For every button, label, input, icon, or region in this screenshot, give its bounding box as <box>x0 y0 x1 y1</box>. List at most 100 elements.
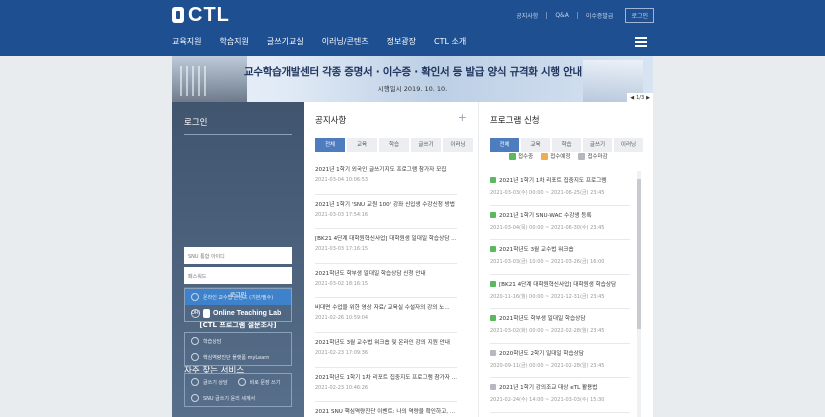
service-box-online: 온라인 교수법 콘텐츠 (기본/필수) ORi Online Teaching … <box>184 288 292 322</box>
list-item[interactable]: 2021학년도 학부생 일대일 학습상담 2021-03-02(화) 00:00 … <box>490 309 630 344</box>
program-tab-writing[interactable]: 글쓰기 <box>583 138 612 152</box>
list-item[interactable]: 2021년 1학기 'SNU 교원 100' 강좌 신입생 수강신청 방법 202… <box>315 195 457 230</box>
program-panel: 프로그램 신청 전체 교육 학습 글쓰기 이러닝 접수중 접수예정 접수마감 2… <box>479 102 653 417</box>
list-item[interactable]: [BK21 4단계 대학원혁신사업] 대학원생 학습상담 2020-11-16(월… <box>490 275 630 309</box>
list-item[interactable]: 2021년 1학기 강의조교 대상 eTL 활용법 2021-02-24(수) 1… <box>490 378 630 413</box>
list-item[interactable]: 2021년 1학기 외국인 글쓰기지도 프로그램 참가자 모집 2021-03-0… <box>315 160 457 195</box>
utility-links: 공지사항 Q&A 이수증발급 로그인 <box>516 8 654 23</box>
lab-logo-icon <box>203 308 210 318</box>
hamburger-menu-icon[interactable] <box>635 37 647 47</box>
video-icon <box>191 293 199 301</box>
legend-closed: 접수마감 <box>578 152 608 160</box>
notice-tab-writing[interactable]: 글쓰기 <box>411 138 441 152</box>
page: CTL 공지사항 Q&A 이수증발급 로그인 교육지원 학습지원 글쓰기교실 이… <box>0 0 825 417</box>
sentence-icon <box>237 378 246 386</box>
nav-item-education[interactable]: 교육지원 <box>172 36 201 47</box>
list-item[interactable]: 2021학년도 3월 교수법 워크숍 2021-03-03(금) 10:00 ~ … <box>490 240 630 275</box>
ori-badge: ORi <box>191 308 200 318</box>
service-mylearn[interactable]: 핵심역량진단 플랫폼 myLearn <box>185 349 291 365</box>
notice-list: 2021년 1학기 외국인 글쓰기지도 프로그램 참가자 모집 2021-03-0… <box>315 160 457 417</box>
nav-item-info[interactable]: 정보광장 <box>387 36 416 47</box>
list-item[interactable]: [BK21 4단계 대학원혁신사업] 대학원생 일대일 학습상담 ... 2021… <box>315 229 457 264</box>
password-input[interactable]: 패스워드 <box>184 267 292 284</box>
status-badge <box>490 280 496 287</box>
notice-tab-education[interactable]: 교육 <box>347 138 377 152</box>
util-link-notice[interactable]: 공지사항 <box>516 11 538 20</box>
banner-title: 교수학습개발센터 각종 증명서 · 이수증 · 확인서 등 발급 양식 규격화 … <box>244 66 582 78</box>
legend-upcoming: 접수예정 <box>541 152 570 160</box>
list-item[interactable]: 2021학년도 학부생 일대일 학습상담 신청 안내 2021-03-02 18:… <box>315 264 457 299</box>
notice-panel: 공지사항 + 전체 교육 학습 글쓰기 이러닝 2021년 1학기 외국인 글쓰… <box>304 102 478 417</box>
service-writing-row: 글쓰기 상담 비로 문장 쓰기 <box>185 374 291 390</box>
program-tab-education[interactable]: 교육 <box>521 138 550 152</box>
logo-text: CTL <box>188 3 230 26</box>
util-link-certificate[interactable]: 이수증발급 <box>586 11 614 20</box>
banner-slide-control: ◀ 1/3 ▶ <box>627 93 653 102</box>
nav-item-about[interactable]: CTL 소개 <box>434 36 466 47</box>
status-badge <box>490 315 496 321</box>
status-legend: 접수중 접수예정 접수마감 <box>509 152 608 160</box>
next-slide-icon[interactable]: ▶ <box>646 95 650 101</box>
divider <box>576 12 578 19</box>
status-badge <box>490 349 496 356</box>
scrollbar-thumb[interactable] <box>637 179 641 329</box>
banner-building-image <box>172 56 247 102</box>
consult-icon <box>191 337 199 345</box>
header-login-button[interactable]: 로그인 <box>625 8 654 23</box>
list-item[interactable]: 2021학년도 1학기 1차 리포트 집중지도 프로그램 참가자 ... 2021… <box>315 368 457 403</box>
service-writing-consult[interactable]: 글쓰기 상담 <box>203 379 228 386</box>
slide-counter: 1/3 <box>636 94 645 101</box>
status-badge <box>490 246 496 252</box>
status-badge <box>490 177 496 183</box>
pen-icon <box>191 378 199 386</box>
top-header: CTL 공지사항 Q&A 이수증발급 로그인 교육지원 학습지원 글쓰기교실 이… <box>0 0 825 56</box>
divider <box>184 134 292 135</box>
service-writing-ethics[interactable]: SNU 글쓰기 윤리 세계서 <box>185 390 291 406</box>
logo-mark-icon <box>172 7 184 23</box>
list-item[interactable]: 2021년 1학기 1차 리포트 집중지도 프로그램 2021-03-03(수) … <box>490 171 630 206</box>
ctl-logo[interactable]: CTL <box>172 4 230 26</box>
list-item[interactable]: 2021학년도 3월 교수법 워크숍 및 온라인 강의 지원 안내 2021-02… <box>315 333 457 368</box>
book-icon <box>191 394 199 402</box>
notice-tab-all[interactable]: 전체 <box>315 138 345 152</box>
list-item[interactable]: 비대면 수업을 위한 영상 자료/ 교육실 수설자의 강의 노... 2021-0… <box>315 298 457 333</box>
online-teaching-lab-text: Online Teaching Lab <box>213 309 282 317</box>
legend-swatch <box>541 152 549 160</box>
nav-item-elearning[interactable]: 이러닝/콘텐츠 <box>322 36 369 47</box>
program-tab-elearning[interactable]: 이러닝 <box>614 138 643 152</box>
util-link-qna[interactable]: Q&A <box>555 12 569 19</box>
service-box-writing: 글쓰기 상담 비로 문장 쓰기 SNU 글쓰기 윤리 세계서 <box>184 373 292 407</box>
list-item[interactable]: 2020학년도 2학기 일대일 학습상담 2020-09-11(금) 00:00 … <box>490 344 630 378</box>
notice-more-plus-icon[interactable]: + <box>458 112 467 123</box>
service-box-learning: 학습상담 핵심역량진단 플랫폼 myLearn <box>184 332 292 366</box>
service-sentence-writing[interactable]: 비로 문장 쓰기 <box>250 379 281 386</box>
notice-tab-elearning[interactable]: 이러닝 <box>443 138 473 152</box>
list-item[interactable]: 2021 SNU 핵심역량진단 이벤트: 나의 역량을 확인하고, ... <box>315 402 457 417</box>
diagnosis-icon <box>191 353 199 361</box>
notice-tabs: 전체 교육 학습 글쓰기 이러닝 <box>315 138 473 152</box>
service-learning-consult[interactable]: 학습상담 <box>185 333 291 349</box>
nav-item-learning[interactable]: 학습지원 <box>219 36 248 47</box>
service-online-teaching[interactable]: 온라인 교수법 콘텐츠 (기본/필수) <box>185 289 291 305</box>
legend-swatch <box>578 152 586 160</box>
program-tab-learning[interactable]: 학습 <box>552 138 581 152</box>
list-item[interactable]: 2021년 1학기 SNU-WAC 수강생 등록 2021-03-04(목) 00… <box>490 206 630 240</box>
legend-open: 접수중 <box>509 152 533 160</box>
status-badge <box>490 384 496 390</box>
legend-swatch <box>509 152 516 160</box>
username-input[interactable]: SNU 통합 아이디 <box>184 247 292 264</box>
program-title: 프로그램 신청 <box>490 116 540 126</box>
login-sidebar: 로그인 SNU 통합 아이디 패스워드 로그인 [CTL 프로그램 설문조사] … <box>172 102 304 417</box>
login-title: 로그인 <box>184 118 208 128</box>
online-teaching-lab-link[interactable]: ORi Online Teaching Lab <box>185 305 291 321</box>
program-scrollbar[interactable] <box>637 171 641 417</box>
notice-tab-learning[interactable]: 학습 <box>379 138 409 152</box>
program-tabs: 전체 교육 학습 글쓰기 이러닝 <box>490 138 643 152</box>
program-tab-all[interactable]: 전체 <box>490 138 519 152</box>
program-list: 2021년 1학기 1차 리포트 집중지도 프로그램 2021-03-03(수) … <box>490 171 630 413</box>
prev-slide-icon[interactable]: ◀ <box>630 95 634 101</box>
main-banner[interactable]: 교수학습개발센터 각종 증명서 · 이수증 · 확인서 등 발급 양식 규격화 … <box>172 56 653 102</box>
main-nav: 교육지원 학습지원 글쓰기교실 이러닝/콘텐츠 정보광장 CTL 소개 <box>172 36 484 47</box>
nav-item-writing[interactable]: 글쓰기교실 <box>267 36 304 47</box>
notice-title: 공지사항 <box>315 116 347 126</box>
